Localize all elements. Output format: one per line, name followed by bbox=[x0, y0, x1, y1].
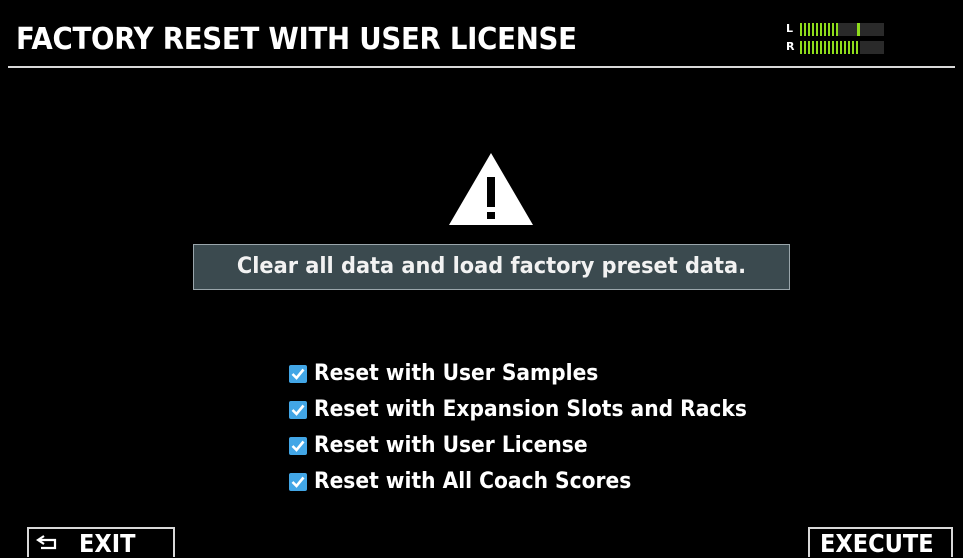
checkbox-checked-icon[interactable] bbox=[289, 365, 307, 383]
title-bar: FACTORY RESET WITH USER LICENSE L R bbox=[8, 10, 955, 68]
checkbox-checked-icon[interactable] bbox=[289, 401, 307, 419]
back-arrow-icon bbox=[35, 534, 61, 556]
execute-button[interactable]: EXECUTE bbox=[808, 527, 953, 558]
option-label: Reset with User Samples bbox=[314, 361, 599, 386]
level-meter-left-track bbox=[800, 23, 884, 36]
option-label: Reset with User License bbox=[314, 433, 588, 458]
option-reset-user-license[interactable]: Reset with User License bbox=[289, 430, 809, 466]
warning-triangle-icon bbox=[447, 151, 535, 227]
reset-options-list: Reset with User Samples Reset with Expan… bbox=[289, 358, 809, 502]
checkbox-checked-icon[interactable] bbox=[289, 437, 307, 455]
level-meter-left-label: L bbox=[786, 22, 794, 35]
level-meter-right: R bbox=[786, 39, 884, 55]
level-meter-right-bar bbox=[800, 41, 860, 54]
option-label: Reset with All Coach Scores bbox=[314, 469, 632, 494]
option-reset-expansion-slots[interactable]: Reset with Expansion Slots and Racks bbox=[289, 394, 809, 430]
option-label: Reset with Expansion Slots and Racks bbox=[314, 397, 747, 422]
option-reset-coach-scores[interactable]: Reset with All Coach Scores bbox=[289, 466, 809, 502]
page-title: FACTORY RESET WITH USER LICENSE bbox=[16, 22, 577, 57]
message-box: Clear all data and load factory preset d… bbox=[193, 244, 790, 290]
option-reset-user-samples[interactable]: Reset with User Samples bbox=[289, 358, 809, 394]
level-meter-left-bar bbox=[800, 23, 838, 36]
exit-button[interactable]: EXIT bbox=[27, 527, 175, 558]
level-meter-right-track bbox=[800, 41, 884, 54]
level-meter-left: L bbox=[786, 21, 884, 37]
level-meter-right-label: R bbox=[786, 40, 795, 53]
checkbox-checked-icon[interactable] bbox=[289, 473, 307, 491]
level-meter-left-peak bbox=[857, 23, 860, 36]
factory-reset-screen: FACTORY RESET WITH USER LICENSE L R Clea… bbox=[0, 0, 963, 558]
level-meter: L R bbox=[786, 18, 884, 58]
message-text: Clear all data and load factory preset d… bbox=[236, 254, 747, 279]
